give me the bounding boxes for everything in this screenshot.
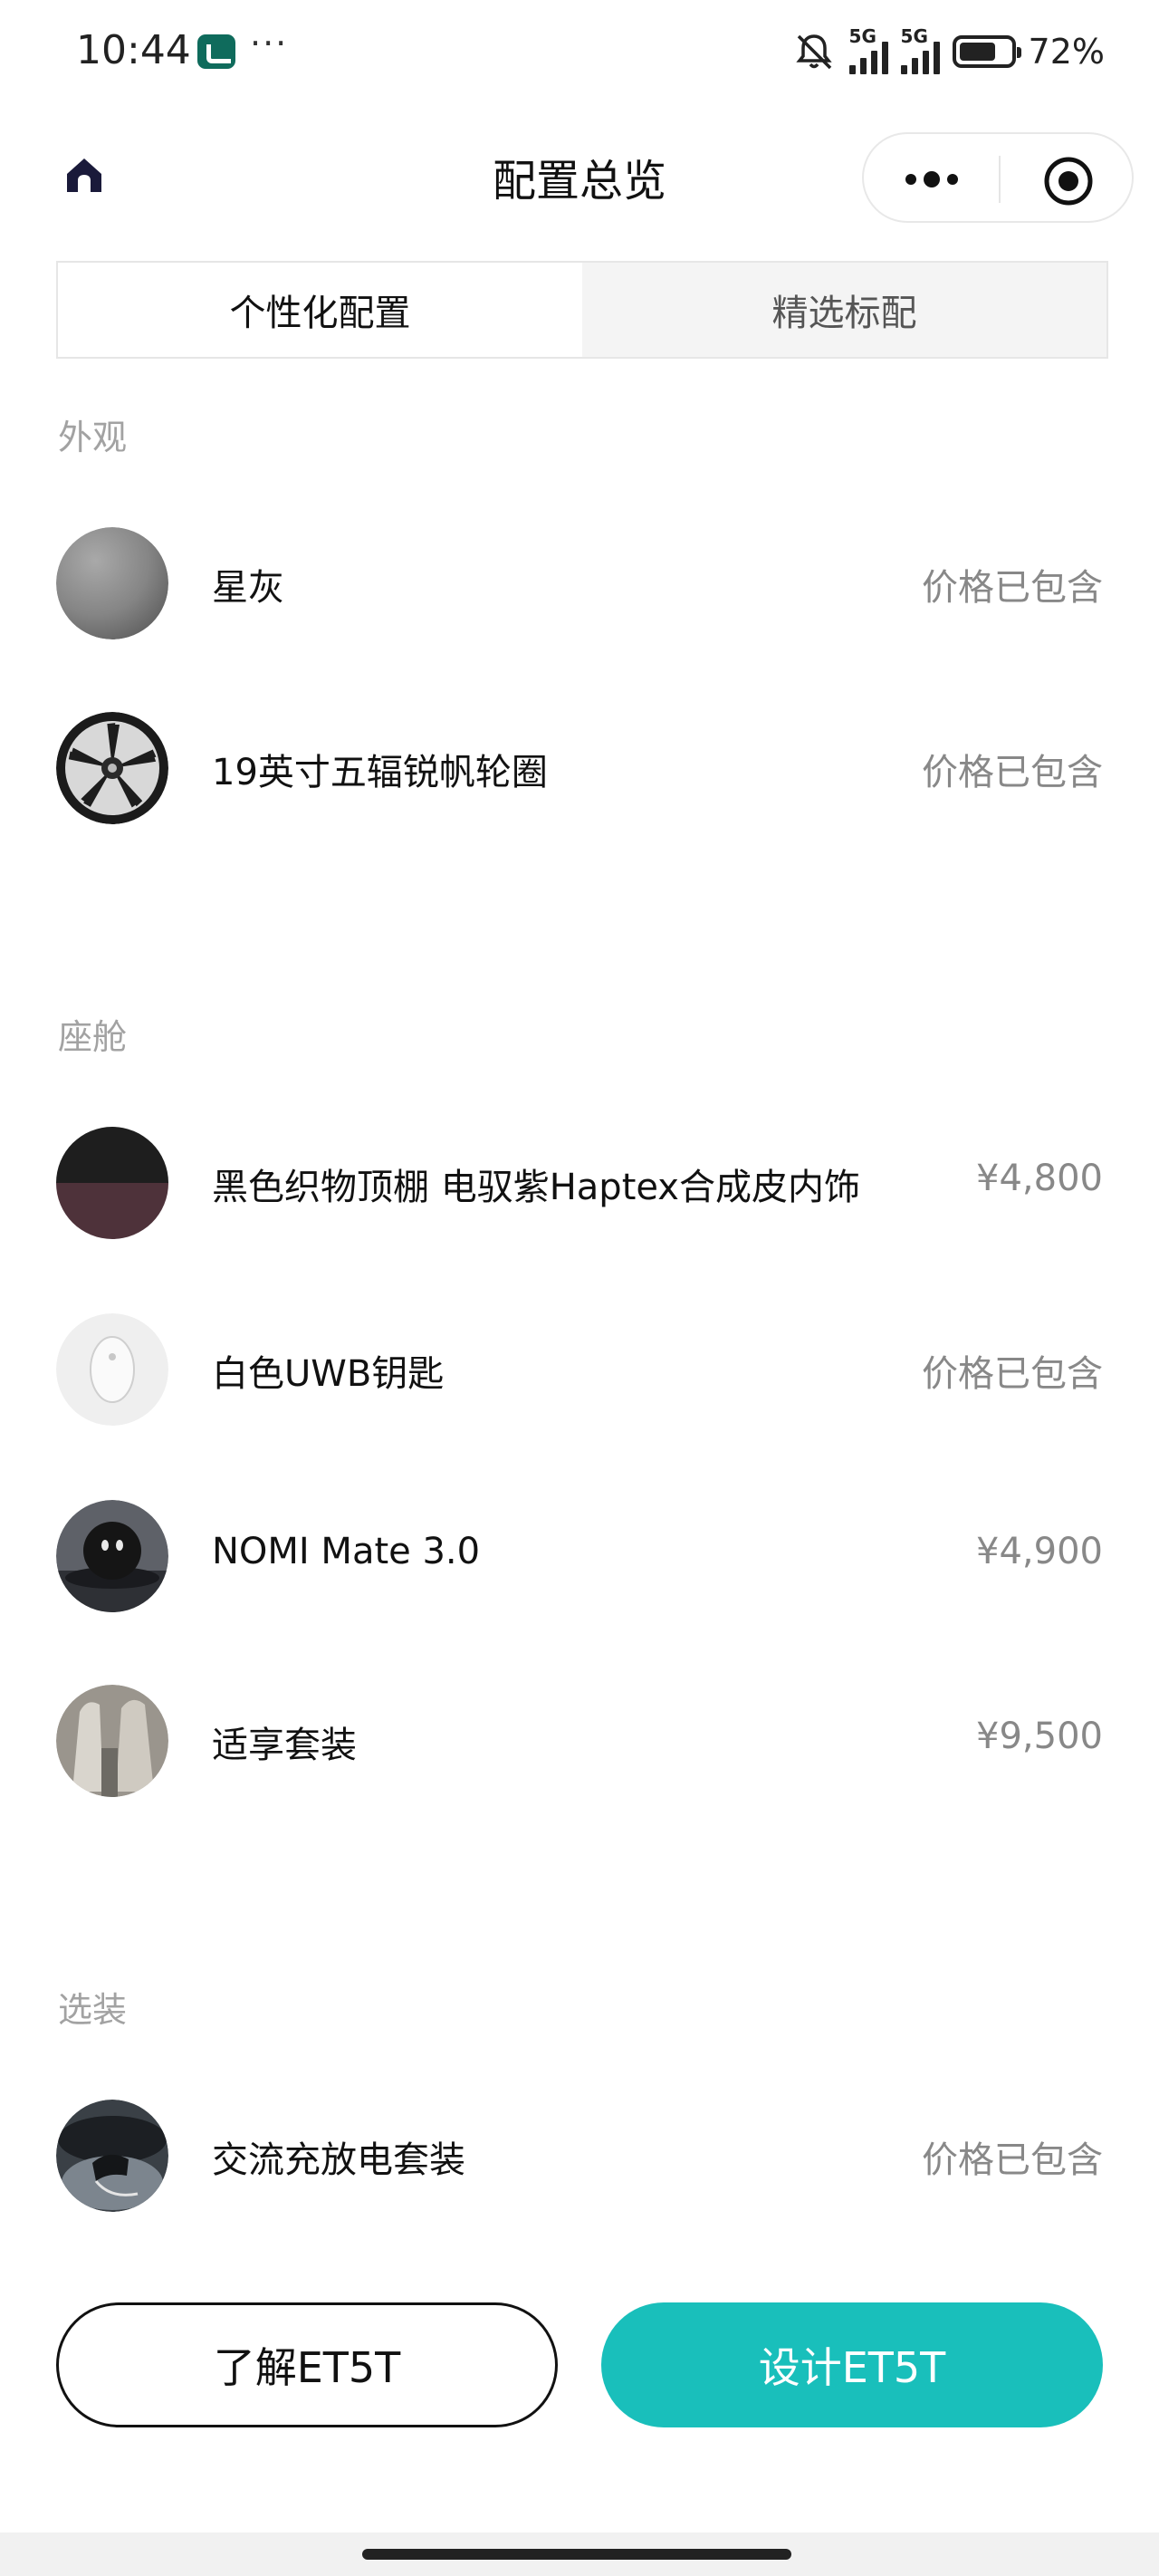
item-price: 价格已包含 [922,752,1103,793]
mini-program-capsule [862,132,1134,223]
home-indicator[interactable] [362,2549,791,2560]
interior-swatch-icon [56,1127,168,1239]
battery-icon [952,35,1021,68]
tab-standard[interactable]: 精选标配 [582,263,1106,357]
item-name: NOMI Mate 3.0 [212,1531,481,1572]
item-price: 价格已包含 [922,1353,1103,1395]
design-button[interactable]: 设计ET5T [601,2302,1103,2427]
status-bar: 10:44 ··· 5G 5G 72% [0,0,1159,104]
item-price: ¥4,800 [976,1158,1103,1199]
list-item: 交流充放电套装 价格已包含 [56,2100,1103,2217]
color-swatch-icon [56,527,168,639]
more-notifications-icon: ··· [250,24,289,63]
list-item: 适享套装 ¥9,500 [56,1685,1103,1802]
list-item: NOMI Mate 3.0 ¥4,900 [56,1500,1103,1618]
battery-percent: 72% [1028,32,1105,72]
list-item: 星灰 价格已包含 [56,527,1103,645]
signal-strength-icon: 5G [848,25,888,74]
list-item: 19英寸五辐锐帆轮圈 价格已包含 [56,712,1103,830]
seat-package-icon [56,1685,168,1797]
nomi-icon [56,1500,168,1612]
tab-personalized[interactable]: 个性化配置 [58,263,582,357]
nav-bar: 配置总览 [0,127,1159,226]
status-time: 10:44 [76,27,191,73]
more-icon[interactable] [900,159,963,199]
item-name: 白色UWB钥匙 [212,1353,445,1395]
item-name: 星灰 [212,567,284,609]
config-tabs: 个性化配置 精选标配 [56,261,1108,359]
item-name: 黑色织物顶棚 电驭紫Haptex合成皮内饰 [212,1167,860,1208]
section-header-options: 选装 [58,1990,128,2030]
mute-icon [795,34,832,70]
list-item: 黑色织物顶棚 电驭紫Haptex合成皮内饰 ¥4,800 [56,1127,1103,1245]
item-price: ¥4,900 [976,1531,1103,1572]
signal-label: 5G [848,25,876,47]
item-price: 价格已包含 [922,567,1103,609]
learn-button[interactable]: 了解ET5T [56,2302,558,2427]
wheel-icon [56,712,168,824]
item-price: ¥9,500 [976,1716,1103,1757]
app-notification-icon [197,34,235,69]
item-name: 交流充放电套装 [212,2139,465,2181]
item-name: 适享套装 [212,1725,357,1766]
signal-strength-icon: 5G [900,25,940,74]
item-price: 价格已包含 [922,2139,1103,2181]
section-header-cabin: 座舱 [58,1017,128,1057]
list-item: 白色UWB钥匙 价格已包含 [56,1313,1103,1431]
item-name: 19英寸五辐锐帆轮圈 [212,752,548,793]
signal-label: 5G [900,25,928,47]
target-icon[interactable] [1043,156,1094,207]
section-header-exterior: 外观 [58,418,128,457]
key-icon [56,1313,168,1426]
gesture-bar-area [0,2533,1159,2576]
capsule-divider [999,156,1001,203]
charging-kit-icon [56,2100,168,2212]
status-indicators: 5G 5G 72% [791,25,1105,78]
